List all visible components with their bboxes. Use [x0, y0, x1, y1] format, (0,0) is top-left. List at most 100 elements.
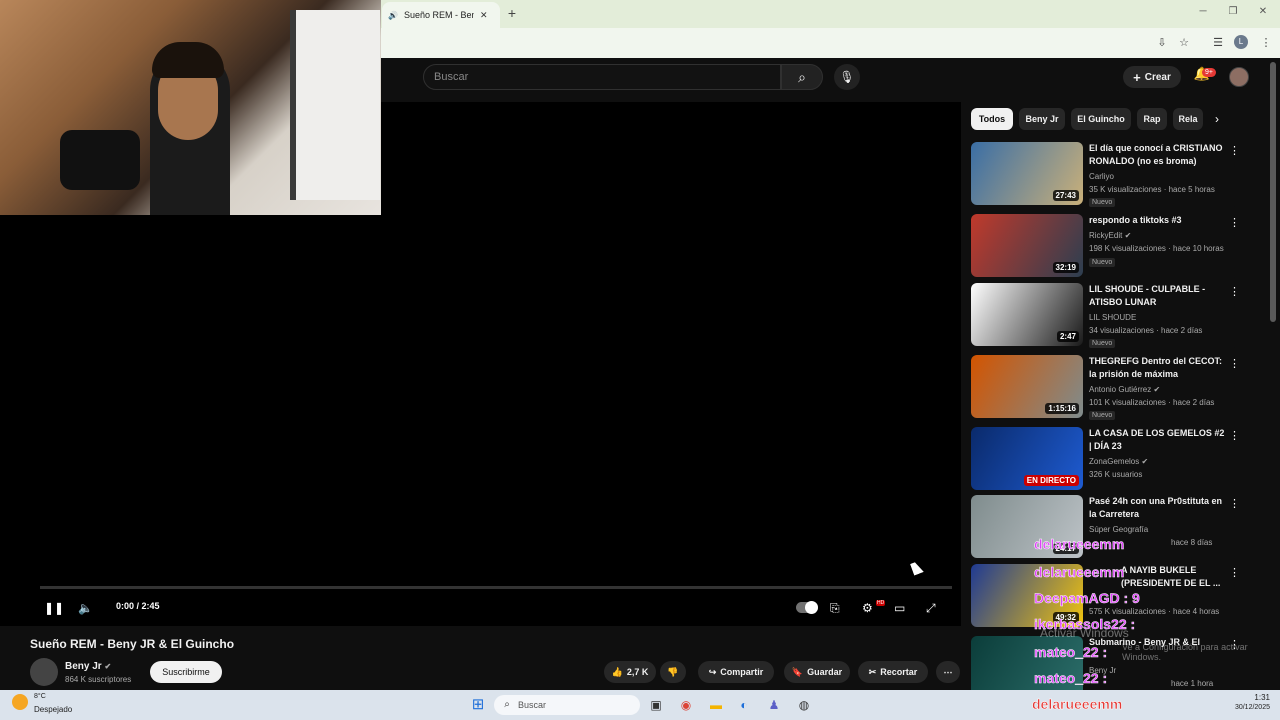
video-thumbnail[interactable]: 27:43	[971, 142, 1083, 205]
chip-rap[interactable]: Rap	[1137, 108, 1167, 130]
speaker-icon[interactable]: 🔊	[388, 11, 398, 20]
plus-icon: +	[1133, 69, 1141, 85]
weather-widget[interactable]: 8°C Despejado	[12, 692, 92, 718]
more-vert-icon[interactable]: ⋮	[1229, 357, 1240, 370]
autoplay-toggle[interactable]	[796, 601, 818, 614]
teams-icon[interactable]: ♟	[764, 695, 784, 715]
recommendation-title[interactable]: LA CASA DE LOS GEMELOS #2 | DÍA 23	[1089, 427, 1229, 453]
subscribe-button[interactable]: Suscribirme	[150, 661, 222, 683]
more-vert-icon[interactable]: ⋮	[1229, 285, 1240, 298]
voice-search-button[interactable]: 🎙	[834, 64, 860, 90]
channel-avatar[interactable]	[30, 658, 58, 686]
chat-overlay-message: DeepamAGD : 9	[1034, 590, 1140, 607]
video-thumbnail[interactable]: 1:15:16	[971, 355, 1083, 418]
save-button[interactable]: 🔖 Guardar	[784, 661, 850, 683]
browser-tab-active[interactable]: 🔊 Sueño REM - Beny J ✕	[382, 2, 500, 28]
chip-el-guincho[interactable]: El Guincho	[1071, 108, 1131, 130]
new-tab-button[interactable]: +	[504, 5, 520, 21]
recommendation-channel[interactable]: Súper Geografía	[1089, 525, 1148, 534]
share-icon: ↪	[708, 666, 717, 677]
progress-bar[interactable]	[40, 586, 952, 589]
recommendation-item[interactable]: EN DIRECTO LA CASA DE LOS GEMELOS #2 | D…	[971, 427, 1261, 493]
edge-icon[interactable]: ◐	[734, 695, 754, 715]
recommendation-title[interactable]: Pasé 24h con una Pr0stituta en la Carret…	[1089, 495, 1229, 521]
browser-profile-avatar[interactable]: L	[1234, 35, 1248, 49]
channel-name[interactable]: Beny Jr ✔	[65, 661, 111, 672]
browser-tab-title: Sueño REM - Beny J	[403, 10, 474, 20]
recommendation-channel[interactable]: ZonaGemelos ✔	[1089, 457, 1148, 466]
recommendation-meta: 101 K visualizaciones · hace 2 días	[1089, 398, 1215, 407]
obs-icon[interactable]: ◍	[794, 695, 814, 715]
streamer-name-overlay: delarueeemm	[1032, 696, 1123, 713]
more-vert-icon[interactable]: ⋮	[1229, 216, 1240, 229]
taskbar-search-input[interactable]: Buscar	[494, 695, 640, 715]
recommendation-item[interactable]: 32:19 respondo a tiktoks #3 RickyEdit ✔ …	[971, 214, 1261, 280]
video-thumbnail[interactable]: 32:19	[971, 214, 1083, 277]
thumbs-up-icon: 👍	[611, 666, 623, 677]
recommendation-title[interactable]: A NAYIB BUKELE (PRESIDENTE DE EL ...	[1121, 564, 1231, 590]
bookmark-star-icon[interactable]: ☆	[1176, 35, 1192, 51]
video-thumbnail[interactable]: 2:47	[971, 283, 1083, 346]
recommendation-title[interactable]: respondo a tiktoks #3	[1089, 214, 1229, 227]
duration-badge: 27:43	[1052, 190, 1079, 201]
fullscreen-button[interactable]: ⤢	[926, 600, 936, 616]
dislike-button[interactable]: 👎	[660, 661, 686, 683]
more-actions-button[interactable]: ⋯	[936, 661, 960, 683]
pause-button[interactable]: ❚❚	[44, 600, 64, 616]
clip-button[interactable]: ✂ Recortar	[858, 661, 928, 683]
recommendation-channel[interactable]: RickyEdit ✔	[1089, 231, 1131, 240]
chip-rela[interactable]: Rela	[1173, 108, 1203, 130]
recommendation-channel[interactable]: LIL SHOUDE	[1089, 313, 1136, 322]
video-thumbnail[interactable]: EN DIRECTO	[971, 427, 1083, 490]
chip-todos[interactable]: Todos	[971, 108, 1013, 130]
fullscreen-icon: ⤢	[926, 601, 936, 615]
scrollbar[interactable]	[1270, 62, 1276, 322]
gear-icon: ⚙	[862, 601, 873, 615]
recommendation-item[interactable]: 2:47 LIL SHOUDE - CULPABLE - ATISBO LUNA…	[971, 283, 1261, 349]
close-tab-icon[interactable]: ✕	[480, 10, 488, 21]
more-vert-icon[interactable]: ⋮	[1229, 497, 1240, 510]
chrome-icon[interactable]: ◉	[676, 695, 696, 715]
recommendation-item[interactable]: 1:15:16 THEGREFG Dentro del CECOT: la pr…	[971, 355, 1261, 421]
close-window-button[interactable]: ✕	[1256, 6, 1270, 17]
theater-mode-button[interactable]: ▭	[894, 600, 905, 616]
more-vert-icon[interactable]: ⋮	[1229, 566, 1240, 579]
verified-icon: ✔	[1124, 231, 1132, 240]
scissors-icon: ✂	[868, 666, 877, 677]
settings-button[interactable]: ⚙	[862, 600, 873, 616]
more-vert-icon[interactable]: ⋮	[1229, 144, 1240, 157]
volume-icon: 🔈	[78, 601, 93, 615]
task-view-icon[interactable]: ▣	[646, 695, 666, 715]
share-button[interactable]: ↪ Compartir	[698, 661, 774, 683]
hd-badge: HD	[876, 600, 886, 606]
volume-button[interactable]: 🔈	[78, 600, 93, 616]
like-button[interactable]: 👍 2,7 K	[604, 661, 656, 683]
install-app-icon[interactable]: ⇩	[1154, 35, 1170, 51]
recommendation-channel[interactable]: Carliyo	[1089, 172, 1114, 181]
search-button[interactable]: ⌕	[781, 64, 823, 90]
chip-beny-jr[interactable]: Beny Jr	[1019, 108, 1065, 130]
recommendation-channel[interactable]: Antonio Gutiérrez ✔	[1089, 385, 1160, 394]
duration-badge: 2:47	[1056, 331, 1079, 342]
create-button[interactable]: + Crear	[1123, 66, 1181, 88]
recommendation-title[interactable]: LIL SHOUDE - CULPABLE - ATISBO LUNAR	[1089, 283, 1229, 309]
address-bar[interactable]: ⇩ ☆ ☰ ⋮	[382, 32, 1280, 54]
file-explorer-icon[interactable]: ▬	[706, 695, 726, 715]
windows-start-icon[interactable]: ⊞	[468, 695, 488, 715]
chat-overlay-message: mateo_22 :	[1034, 644, 1108, 661]
clock-date[interactable]: 30/12/2025	[1210, 704, 1270, 711]
subtitles-button[interactable]: ⎘	[830, 600, 840, 616]
more-vert-icon[interactable]: ⋮	[1229, 429, 1240, 442]
recommendation-item[interactable]: 27:43 El día que conocí a CRISTIANO RONA…	[971, 142, 1261, 208]
chevron-right-icon[interactable]: ›	[1215, 112, 1219, 126]
recommendation-title[interactable]: El día que conocí a CRISTIANO RONALDO (n…	[1089, 142, 1229, 168]
recommendation-title[interactable]: THEGREFG Dentro del CECOT: la prisión de…	[1089, 355, 1229, 381]
search-input[interactable]: Buscar	[423, 64, 781, 90]
minimize-button[interactable]: ─	[1196, 6, 1210, 17]
reading-list-icon[interactable]: ☰	[1210, 35, 1226, 51]
clock-time[interactable]: 1:31	[1226, 693, 1270, 702]
restore-button[interactable]: ❐	[1226, 6, 1240, 17]
account-avatar[interactable]	[1229, 67, 1249, 87]
browser-menu-icon[interactable]: ⋮	[1258, 35, 1274, 51]
sun-icon	[12, 694, 28, 710]
